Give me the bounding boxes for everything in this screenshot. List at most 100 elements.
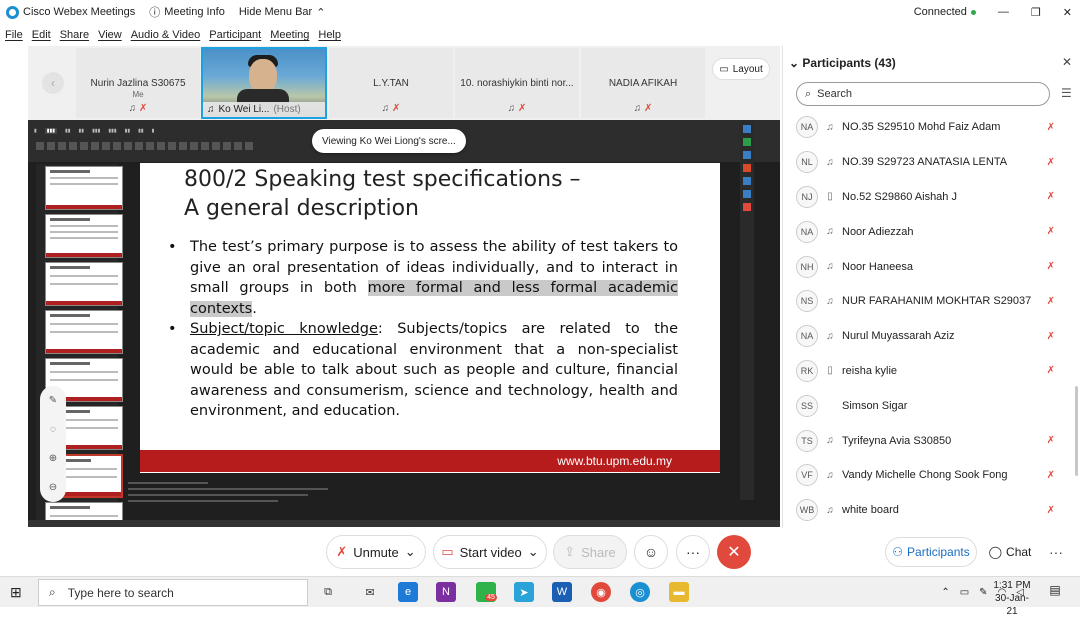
video-thumb-lytan[interactable]: L.Y.TAN ♫ ✗ <box>329 48 453 118</box>
menu-bar: File Edit Share View Audio & Video Parti… <box>0 26 341 44</box>
menu-view[interactable]: View <box>98 29 122 41</box>
network-icon[interactable]: ▭ <box>960 587 969 598</box>
chevron-up-icon[interactable]: ⌃ <box>941 587 949 598</box>
windows-start-icon[interactable]: ⊞ <box>10 584 22 601</box>
menu-share[interactable]: Share <box>60 29 89 41</box>
participant-name: NUR FARAHANIM MOKHTAR S29037 <box>842 295 1032 308</box>
file-explorer-icon[interactable]: ▬ <box>669 582 689 602</box>
taskbar-search-input[interactable]: ⌕ Type here to search <box>38 579 308 606</box>
menu-file[interactable]: File <box>5 29 23 41</box>
taskbar-clock[interactable]: 1:31 PM 30-Jan-21 <box>992 579 1032 618</box>
ribbon-tab: ▮▮▮ <box>108 128 117 134</box>
minimize-button[interactable]: — <box>998 6 1009 18</box>
participant-name: Nurul Muyassarah Aziz <box>842 330 955 343</box>
thumb-icons: ♫ ✗ <box>76 103 200 114</box>
smiley-icon: ☺ <box>643 544 659 560</box>
task-view-icon[interactable]: ⧉ <box>318 582 338 602</box>
slide-title: 800/2 Speaking test specifications – A g… <box>184 165 581 223</box>
close-panel-button[interactable]: ✕ <box>1062 55 1072 69</box>
menu-audio-video[interactable]: Audio & Video <box>131 29 201 41</box>
headset-icon: ♫ <box>128 103 137 114</box>
video-thumb-host[interactable]: ♫ Ko Wei Li... (Host) <box>201 47 327 119</box>
headset-icon: ♫ <box>826 261 834 273</box>
close-window-button[interactable]: ✕ <box>1063 6 1072 19</box>
participant-row[interactable]: VF ♫ Vandy Michelle Chong Sook Fong ✗ <box>783 458 1075 493</box>
participants-header[interactable]: ⌄ Participants (43) <box>789 56 896 70</box>
word-icon[interactable]: W <box>552 582 572 602</box>
participant-avatar: NH <box>796 255 818 278</box>
participant-avatar: NA <box>796 325 818 348</box>
powerpoint-side-icons <box>740 120 754 500</box>
mic-muted-icon: ✗ <box>517 103 527 114</box>
participant-name: NO.35 S29510 Mohd Faiz Adam <box>842 121 1001 134</box>
share-button[interactable]: ⇪ Share <box>553 535 627 569</box>
video-thumb-self[interactable]: Nurin Jazlina S30675 Me ♫ ✗ <box>76 48 200 118</box>
ribbon-tab: ▮▮ <box>78 128 85 134</box>
participant-row[interactable]: NJ ▯ No.52 S29860 Aishah J ✗ <box>783 180 1075 215</box>
onenote-icon[interactable]: N <box>436 582 456 602</box>
zoom-out-icon[interactable]: ⊖ <box>49 482 57 493</box>
video-thumb-norashiykin[interactable]: 10. norashiykin binti nor... ♫ ✗ <box>455 48 579 118</box>
reactions-button[interactable]: ☺ <box>634 535 668 569</box>
more-options-button[interactable]: ··· <box>676 535 710 569</box>
panel-more-button[interactable]: ··· <box>1044 537 1068 567</box>
mail-icon[interactable]: ✉ <box>360 582 380 602</box>
mic-muted-icon: ✗ <box>336 544 348 559</box>
whatsapp-icon[interactable]: 45 <box>476 582 497 602</box>
host-video-face <box>249 59 277 93</box>
participant-list: NA ♫ NO.35 S29510 Mohd Faiz Adam ✗ NL ♫ NO.39 … <box>783 110 1075 528</box>
prev-thumbnails-button[interactable]: ‹ <box>42 72 64 94</box>
chrome-icon[interactable]: ◉ <box>591 582 611 602</box>
participant-row[interactable]: NH ♫ Noor Haneesa ✗ <box>783 249 1075 284</box>
participant-list-scrollbar[interactable] <box>1075 386 1078 476</box>
participant-row[interactable]: RK ▯ reisha kylie ✗ <box>783 354 1075 389</box>
maximize-button[interactable]: ❐ <box>1031 6 1041 19</box>
slide-body: The test’s primary purpose is to assess … <box>164 237 678 422</box>
hide-menu-bar-button[interactable]: Hide Menu Bar ⌃ <box>239 6 326 19</box>
pointer-icon[interactable]: ◌ <box>50 424 56 435</box>
pen-icon[interactable]: ✎ <box>979 587 987 598</box>
participants-tab-button[interactable]: ⚇ Participants <box>885 537 977 567</box>
participant-row[interactable]: TS ♫ Tyrifeyna Avia S30850 ✗ <box>783 423 1075 458</box>
participant-search-input[interactable]: ⌕ Search <box>796 82 1050 106</box>
menu-edit[interactable]: Edit <box>32 29 51 41</box>
leave-meeting-button[interactable]: ✕ <box>717 535 751 569</box>
search-icon: ⌕ <box>805 87 812 100</box>
participant-row[interactable]: NA ♫ Nurul Muyassarah Aziz ✗ <box>783 319 1075 354</box>
chat-icon: ◯ <box>988 545 1003 559</box>
mic-muted-icon: ✗ <box>1046 435 1055 447</box>
info-icon: ⓘ <box>149 7 161 19</box>
unmute-button[interactable]: ✗ Unmute ⌄ <box>326 535 426 569</box>
participant-row[interactable]: NL ♫ NO.39 S29723 ANATASIA LENTA ✗ <box>783 145 1075 180</box>
sort-list-icon[interactable]: ☰ <box>1061 86 1072 100</box>
annotate-pen-icon[interactable]: ✎ <box>49 395 57 406</box>
ribbon-tab: ▮▮ <box>65 128 71 134</box>
participant-row[interactable]: WB ♫ white board ✗ <box>783 493 1075 528</box>
menu-help[interactable]: Help <box>318 29 341 41</box>
participant-row[interactable]: NS ♫ NUR FARAHANIM MOKHTAR S29037 ✗ <box>783 284 1075 319</box>
participant-row[interactable]: SS Simson Sigar <box>783 388 1075 423</box>
layout-button[interactable]: ▭ Layout <box>712 58 770 80</box>
whatsapp-badge: 45 <box>485 593 497 601</box>
ribbon-tab: ▮▮ <box>124 128 131 134</box>
video-thumb-nadia[interactable]: NADIA AFIKAH ♫ ✗ <box>581 48 705 118</box>
menu-meeting[interactable]: Meeting <box>270 29 309 41</box>
meeting-info-button[interactable]: ⓘ Meeting Info <box>149 4 225 20</box>
telegram-icon[interactable]: ➤ <box>514 582 534 602</box>
participant-name: No.52 S29860 Aishah J <box>842 190 957 203</box>
webex-taskbar-icon[interactable]: ◎ <box>630 582 650 602</box>
thumb-icons: ♫ ✗ <box>581 103 705 114</box>
unmute-label: Unmute <box>353 544 399 560</box>
participant-row[interactable]: NA ♫ NO.35 S29510 Mohd Faiz Adam ✗ <box>783 110 1075 145</box>
notification-icon[interactable]: ▤ <box>1046 583 1064 601</box>
start-video-button[interactable]: ▭ Start video ⌄ <box>433 535 547 569</box>
slide-thumb <box>45 310 123 354</box>
chat-tab-button[interactable]: ◯ Chat <box>984 537 1036 567</box>
participants-title: Participants (43) <box>802 56 896 70</box>
participant-name: white board <box>842 504 899 517</box>
participant-row[interactable]: NA ♫ Noor Adiezzah ✗ <box>783 214 1075 249</box>
headset-icon: ♫ <box>826 504 834 516</box>
zoom-in-icon[interactable]: ⊕ <box>49 453 57 464</box>
edge-icon[interactable]: e <box>398 582 418 602</box>
menu-participant[interactable]: Participant <box>209 29 261 41</box>
